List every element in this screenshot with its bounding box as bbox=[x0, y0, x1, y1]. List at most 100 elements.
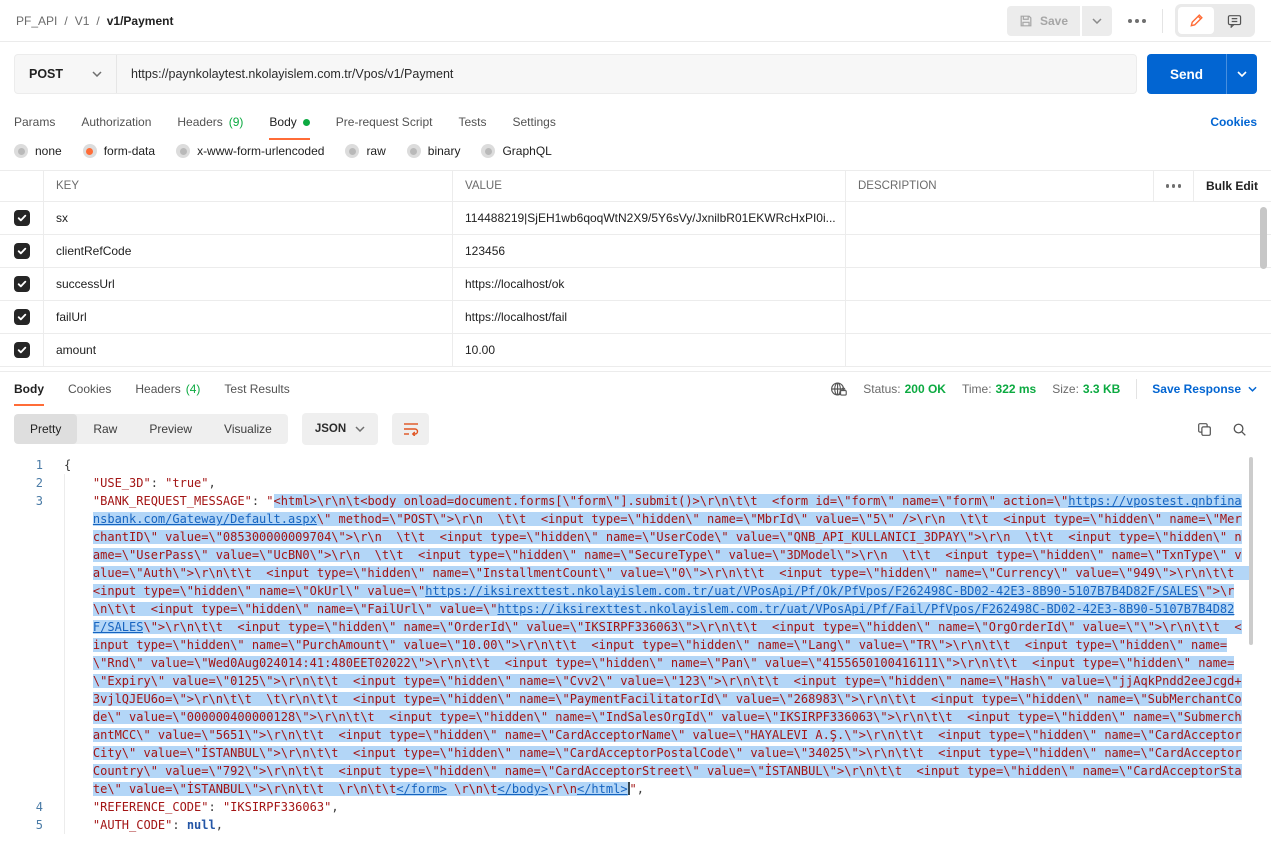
value-cell[interactable]: 114488219|SjEH1wb6qoqWtN2X9/5Y6sVy/Jxnil… bbox=[452, 202, 845, 234]
body-modified-dot bbox=[303, 119, 310, 126]
response-tab-body[interactable]: Body bbox=[14, 372, 44, 406]
code-link[interactable]: https://iksirexttest.nkolayislem.com.tr/… bbox=[425, 584, 1198, 598]
view-tab-preview[interactable]: Preview bbox=[133, 414, 208, 444]
body-mode-binary[interactable]: binary bbox=[407, 144, 461, 158]
save-button[interactable]: Save bbox=[1007, 6, 1080, 36]
comments-toggle[interactable] bbox=[1216, 7, 1252, 34]
response-toolbar-right bbox=[1197, 422, 1257, 437]
response-tab-headers[interactable]: Headers(4) bbox=[135, 372, 200, 406]
row-checkbox[interactable] bbox=[14, 342, 30, 358]
description-cell[interactable] bbox=[845, 268, 1271, 300]
bulk-edit-button[interactable]: Bulk Edit bbox=[1193, 171, 1271, 201]
chevron-down-icon bbox=[92, 71, 102, 77]
radio-icon bbox=[176, 144, 190, 158]
cookies-link[interactable]: Cookies bbox=[1210, 115, 1257, 129]
breadcrumb-collection[interactable]: PF_API bbox=[16, 14, 57, 28]
response-size: Size:3.3 KB bbox=[1052, 382, 1120, 396]
value-column-header: VALUE bbox=[452, 171, 845, 201]
code-token: null bbox=[187, 818, 216, 832]
code-token: , bbox=[637, 782, 644, 796]
key-cell[interactable]: successUrl bbox=[43, 268, 452, 300]
tab-params[interactable]: Params bbox=[14, 104, 55, 140]
code-token: { bbox=[64, 458, 71, 472]
url-input[interactable]: https://paynkolaytest.nkolayislem.com.tr… bbox=[117, 55, 1136, 93]
body-mode-raw[interactable]: raw bbox=[345, 144, 385, 158]
row-checkbox[interactable] bbox=[14, 276, 30, 292]
tab-pre-request-script[interactable]: Pre-request Script bbox=[336, 104, 433, 140]
description-cell[interactable] bbox=[845, 301, 1271, 333]
body-mode-label: raw bbox=[366, 144, 385, 158]
send-button[interactable]: Send bbox=[1147, 54, 1226, 94]
key-cell[interactable]: failUrl bbox=[43, 301, 452, 333]
more-options-button[interactable] bbox=[1124, 11, 1150, 31]
description-cell[interactable] bbox=[845, 202, 1271, 234]
response-tab-cookies[interactable]: Cookies bbox=[68, 372, 111, 406]
meta-label: Status: bbox=[863, 382, 900, 396]
body-mode-none[interactable]: none bbox=[14, 144, 62, 158]
chevron-down-icon bbox=[355, 426, 365, 432]
form-data-table: KEY VALUE DESCRIPTION Bulk Edit sx114488… bbox=[0, 170, 1271, 367]
code-line: 1{ bbox=[0, 456, 1271, 474]
copy-response-button[interactable] bbox=[1197, 422, 1212, 437]
body-mode-x-www-form-urlencoded[interactable]: x-www-form-urlencoded bbox=[176, 144, 324, 158]
row-checkbox-cell bbox=[0, 334, 43, 366]
request-title: v1/Payment bbox=[107, 14, 174, 28]
code-link[interactable]: </form> bbox=[396, 782, 447, 796]
key-cell[interactable]: amount bbox=[43, 334, 452, 366]
response-tab-label: Body bbox=[14, 382, 44, 396]
code-token: : bbox=[252, 494, 266, 508]
url-bar: POST https://paynkolaytest.nkolayislem.c… bbox=[14, 54, 1137, 94]
response-body-editor[interactable]: 1{2"USE_3D": "true",3"BANK_REQUEST_MESSA… bbox=[0, 453, 1271, 863]
row-checkbox-cell bbox=[0, 235, 43, 267]
tab-tests[interactable]: Tests bbox=[458, 104, 486, 140]
value-cell[interactable]: 10.00 bbox=[452, 334, 845, 366]
code-token: : bbox=[208, 800, 222, 814]
body-mode-label: x-www-form-urlencoded bbox=[197, 144, 324, 158]
body-mode-graphql[interactable]: GraphQL bbox=[481, 144, 551, 158]
key-cell[interactable]: sx bbox=[43, 202, 452, 234]
value-cell[interactable]: https://localhost/ok bbox=[452, 268, 845, 300]
header-actions: Save bbox=[1007, 4, 1255, 37]
code-token: , bbox=[331, 800, 338, 814]
key-cell[interactable]: clientRefCode bbox=[43, 235, 452, 267]
code-lines: 1{2"USE_3D": "true",3"BANK_REQUEST_MESSA… bbox=[0, 456, 1271, 834]
response-scrollbar[interactable] bbox=[1249, 457, 1253, 645]
row-checkbox[interactable] bbox=[14, 309, 30, 325]
value-cell[interactable]: 123456 bbox=[452, 235, 845, 267]
chevron-down-icon bbox=[1237, 71, 1247, 77]
line-content: "USE_3D": "true", bbox=[64, 474, 1271, 492]
postman-request-window: PF_API / V1 / v1/Payment Save bbox=[0, 0, 1271, 863]
value-cell[interactable]: https://localhost/fail bbox=[452, 301, 845, 333]
tab-authorization[interactable]: Authorization bbox=[81, 104, 151, 140]
wrap-text-button[interactable] bbox=[392, 413, 429, 445]
save-icon bbox=[1019, 14, 1033, 28]
chevron-down-icon bbox=[1092, 18, 1102, 24]
code-link[interactable]: </html> bbox=[577, 782, 628, 796]
code-token: \r\n bbox=[548, 782, 577, 796]
table-scrollbar[interactable] bbox=[1260, 207, 1267, 269]
response-format-selector[interactable]: JSON bbox=[302, 413, 378, 445]
breadcrumb-folder[interactable]: V1 bbox=[75, 14, 90, 28]
row-checkbox[interactable] bbox=[14, 210, 30, 226]
tab-settings[interactable]: Settings bbox=[513, 104, 556, 140]
save-response-button[interactable]: Save Response bbox=[1136, 379, 1257, 399]
view-tab-visualize[interactable]: Visualize bbox=[208, 414, 288, 444]
view-tab-pretty[interactable]: Pretty bbox=[14, 414, 77, 444]
description-cell[interactable] bbox=[845, 235, 1271, 267]
code-token: " bbox=[266, 494, 273, 508]
description-cell[interactable] bbox=[845, 334, 1271, 366]
row-checkbox[interactable] bbox=[14, 243, 30, 259]
method-selector[interactable]: POST bbox=[15, 55, 117, 93]
search-response-button[interactable] bbox=[1232, 422, 1247, 437]
response-tab-test-results[interactable]: Test Results bbox=[224, 372, 289, 406]
code-link[interactable]: </body> bbox=[497, 782, 548, 796]
view-tab-raw[interactable]: Raw bbox=[77, 414, 133, 444]
save-dropdown-button[interactable] bbox=[1082, 6, 1112, 36]
table-options-button[interactable] bbox=[1153, 171, 1193, 201]
checkmark-icon bbox=[17, 345, 27, 355]
tab-body[interactable]: Body bbox=[269, 104, 309, 140]
body-mode-form-data[interactable]: form-data bbox=[83, 144, 155, 158]
documentation-edit-toggle[interactable] bbox=[1178, 7, 1214, 34]
tab-headers[interactable]: Headers(9) bbox=[177, 104, 243, 140]
send-dropdown-button[interactable] bbox=[1226, 54, 1257, 94]
